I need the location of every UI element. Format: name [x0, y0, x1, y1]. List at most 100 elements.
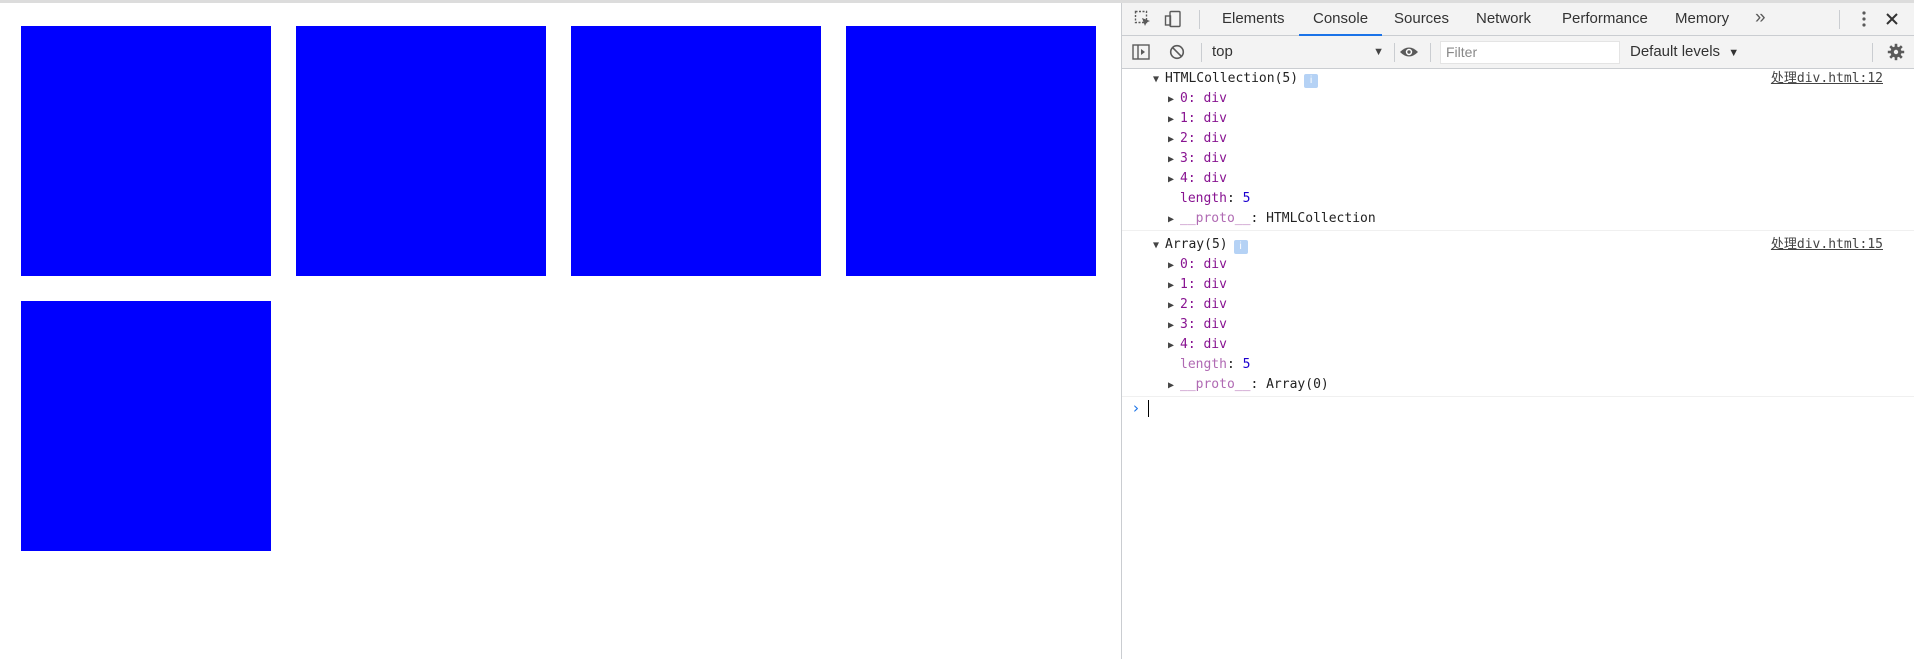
separator	[1839, 10, 1840, 29]
console-message: ▼ HTMLCollection(5) i 处理div.html:12 ▶ 0: di…	[1122, 69, 1914, 231]
entry-key: 0	[1180, 257, 1188, 272]
separator	[1872, 43, 1873, 62]
proto-entry[interactable]: ▶ __proto__: HTMLCollection	[1122, 209, 1914, 229]
log-header[interactable]: ▼ Array(5) i 处理div.html:15	[1122, 235, 1914, 255]
entry-value: div	[1203, 277, 1227, 292]
device-toggle-icon[interactable]	[1162, 8, 1184, 30]
entry-value: div	[1203, 111, 1227, 126]
colon: :	[1226, 191, 1243, 206]
triangle-right-icon: ▶	[1168, 340, 1175, 351]
entry-value: div	[1203, 91, 1227, 106]
colon: :	[1187, 131, 1204, 146]
info-icon: i	[1233, 240, 1248, 254]
triangle-right-icon: ▶	[1168, 214, 1175, 225]
triangle-down-icon: ▼	[1153, 74, 1160, 85]
colon: :	[1187, 257, 1204, 272]
source-link[interactable]: 处理div.html:12	[1771, 69, 1883, 89]
info-icon: i	[1304, 74, 1319, 88]
log-entry[interactable]: ▶ 4: div	[1122, 335, 1914, 355]
entry-key: 3	[1180, 317, 1188, 332]
colon: :	[1187, 337, 1204, 352]
text-cursor	[1148, 400, 1149, 417]
close-icon[interactable]	[1881, 8, 1903, 30]
entry-key: 1	[1180, 277, 1188, 292]
entry-key: 1	[1180, 111, 1188, 126]
blue-box	[21, 301, 271, 551]
length-key: length	[1180, 357, 1227, 372]
triangle-right-icon: ▶	[1168, 154, 1175, 165]
log-entry[interactable]: ▶ 0: div	[1122, 255, 1914, 275]
more-tabs-icon[interactable]: »	[1755, 3, 1766, 35]
colon: :	[1187, 317, 1204, 332]
settings-icon[interactable]	[1885, 41, 1907, 63]
prompt-chevron-icon: ›	[1133, 399, 1139, 417]
blue-box	[296, 26, 546, 276]
entry-value: div	[1203, 317, 1227, 332]
source-link[interactable]: 处理div.html:15	[1771, 235, 1883, 255]
chevron-down-icon: ▼	[1728, 47, 1740, 59]
inspect-icon[interactable]	[1132, 8, 1154, 30]
triangle-right-icon: ▶	[1168, 134, 1175, 145]
entry-key: 0	[1180, 91, 1188, 106]
tab-console[interactable]: Console	[1299, 3, 1383, 36]
log-header[interactable]: ▼ HTMLCollection(5) i 处理div.html:12	[1122, 69, 1914, 89]
context-selector[interactable]: top ▼	[1212, 41, 1384, 63]
log-entry[interactable]: ▶ 2: div	[1122, 129, 1914, 149]
log-entry[interactable]: ▶ 1: div	[1122, 275, 1914, 295]
tab-performance[interactable]: Performance	[1548, 3, 1662, 35]
entry-key: 3	[1180, 151, 1188, 166]
triangle-right-icon: ▶	[1168, 260, 1175, 271]
proto-entry[interactable]: ▶ __proto__: Array(0)	[1122, 375, 1914, 395]
entry-key: 2	[1180, 131, 1188, 146]
entry-value: div	[1203, 257, 1227, 272]
entry-value: div	[1203, 171, 1227, 186]
triangle-right-icon: ▶	[1168, 280, 1175, 291]
tab-sources[interactable]: Sources	[1380, 3, 1463, 35]
log-header-text: Array(5)	[1165, 237, 1228, 252]
log-entry[interactable]: ▶ 2: div	[1122, 295, 1914, 315]
colon: :	[1187, 277, 1204, 292]
log-entry[interactable]: ▶ 4: div	[1122, 169, 1914, 189]
triangle-right-icon: ▶	[1168, 300, 1175, 311]
log-levels-dropdown[interactable]: Default levels ▼	[1630, 41, 1739, 64]
colon: :	[1187, 171, 1204, 186]
triangle-right-icon: ▶	[1168, 174, 1175, 185]
clear-console-icon[interactable]	[1166, 41, 1188, 63]
triangle-right-icon: ▶	[1168, 114, 1175, 125]
proto-key: __proto__	[1180, 211, 1251, 226]
separator	[1201, 43, 1202, 62]
tab-elements[interactable]: Elements	[1208, 3, 1299, 35]
log-header-text: HTMLCollection(5)	[1165, 71, 1299, 86]
separator	[1394, 43, 1395, 62]
entry-key: 2	[1180, 297, 1188, 312]
page-viewport	[0, 3, 1121, 659]
log-entry[interactable]: ▶ 3: div	[1122, 149, 1914, 169]
blue-box	[571, 26, 821, 276]
log-entry[interactable]: ▶ 1: div	[1122, 109, 1914, 129]
entry-key: 4	[1180, 171, 1188, 186]
length-value: 5	[1242, 357, 1251, 372]
chevron-down-icon: ▼	[1373, 46, 1384, 58]
length-value: 5	[1242, 191, 1251, 206]
separator	[1430, 43, 1431, 62]
triangle-right-icon: ▶	[1168, 380, 1175, 391]
blue-box	[21, 26, 271, 276]
log-entry[interactable]: ▶ 0: div	[1122, 89, 1914, 109]
length-key: length	[1180, 191, 1227, 206]
colon: :	[1187, 91, 1204, 106]
sidebar-toggle-icon[interactable]	[1130, 41, 1152, 63]
console-prompt[interactable]: ›	[1122, 397, 1914, 419]
tab-network[interactable]: Network	[1462, 3, 1545, 35]
log-entry[interactable]: ▶ 3: div	[1122, 315, 1914, 335]
devtools-panel: Elements Console Sources Network Perform…	[1121, 3, 1914, 659]
triangle-right-icon: ▶	[1168, 320, 1175, 331]
filter-input[interactable]: Filter	[1440, 41, 1620, 64]
entry-value: div	[1203, 337, 1227, 352]
colon: :	[1187, 297, 1204, 312]
separator	[1199, 10, 1200, 29]
console-toolbar: top ▼ Filter Default levels ▼	[1122, 36, 1914, 69]
eye-icon[interactable]	[1398, 41, 1420, 63]
levels-label: Default levels	[1630, 43, 1721, 60]
tab-memory[interactable]: Memory	[1661, 3, 1743, 35]
kebab-menu-icon[interactable]	[1853, 8, 1875, 30]
